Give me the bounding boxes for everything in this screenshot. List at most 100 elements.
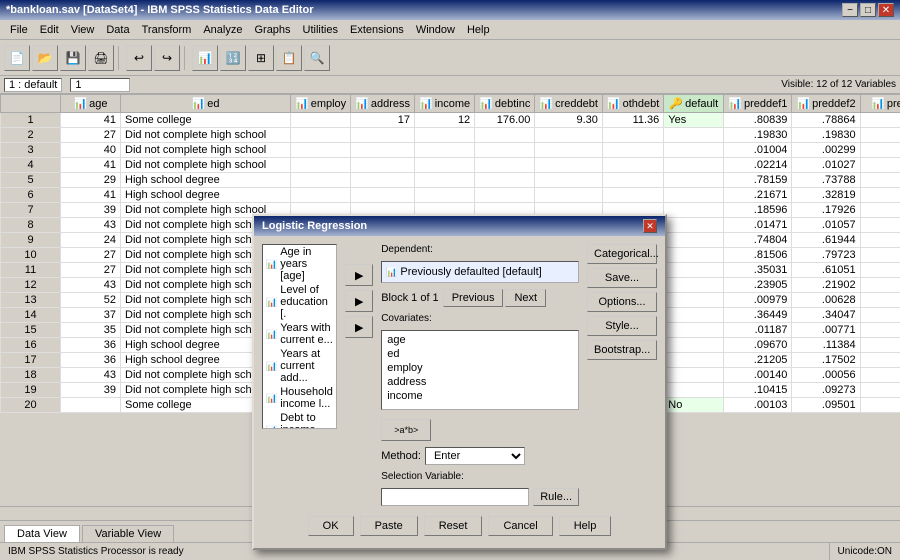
table-cell[interactable]	[291, 158, 351, 173]
save-btn[interactable]: 💾	[60, 45, 86, 71]
table-cell[interactable]: .79723	[792, 248, 860, 263]
print-btn[interactable]: 🖨	[88, 45, 114, 71]
table-cell[interactable]: .00299	[792, 143, 860, 158]
table-cell[interactable]: 39	[61, 383, 121, 398]
table-cell[interactable]: .17926	[792, 203, 860, 218]
cancel-button[interactable]: Cancel	[488, 516, 552, 536]
table-cell[interactable]	[351, 188, 415, 203]
move-to-covariates-btn[interactable]: ▶	[345, 290, 373, 312]
table-cell[interactable]: 3	[1, 143, 61, 158]
table-cell[interactable]: 20	[1, 398, 61, 413]
table-cell[interactable]	[664, 218, 724, 233]
side-btn-style---[interactable]: Style...	[587, 316, 657, 336]
table-cell[interactable]	[664, 353, 724, 368]
table-cell[interactable]	[535, 158, 603, 173]
undo-btn[interactable]: ↩	[126, 45, 152, 71]
table-cell[interactable]: .00979	[724, 293, 792, 308]
table-cell[interactable]	[860, 368, 900, 383]
selection-input[interactable]	[381, 488, 529, 506]
table-cell[interactable]	[664, 263, 724, 278]
side-btn-save---[interactable]: Save...	[587, 268, 657, 288]
table-cell[interactable]: 12	[415, 113, 475, 128]
table-cell[interactable]: 11	[1, 263, 61, 278]
table-cell[interactable]	[664, 323, 724, 338]
table-cell[interactable]	[664, 203, 724, 218]
help-button[interactable]: Help	[559, 516, 612, 536]
side-btn-options---[interactable]: Options...	[587, 292, 657, 312]
table-cell[interactable]	[535, 188, 603, 203]
table-cell[interactable]	[860, 383, 900, 398]
table-cell[interactable]	[664, 293, 724, 308]
menu-item-transform[interactable]: Transform	[136, 23, 198, 37]
table-cell[interactable]: .61051	[792, 263, 860, 278]
col-othdebt[interactable]: 📊othdebt	[602, 95, 663, 113]
table-cell[interactable]: Did not complete high school	[121, 128, 291, 143]
table-cell[interactable]	[664, 368, 724, 383]
table-cell[interactable]	[664, 188, 724, 203]
table-cell[interactable]	[860, 248, 900, 263]
table-cell[interactable]: .01057	[792, 218, 860, 233]
method-select[interactable]: Enter Forward: LR Backward: LR	[425, 447, 525, 465]
table-cell[interactable]: .00056	[792, 368, 860, 383]
table-cell[interactable]: .73788	[792, 173, 860, 188]
col-income[interactable]: 📊income	[415, 95, 475, 113]
table-cell[interactable]	[860, 323, 900, 338]
table-cell[interactable]	[475, 143, 535, 158]
table-cell[interactable]: .18596	[724, 203, 792, 218]
table-cell[interactable]	[61, 398, 121, 413]
table-cell[interactable]: 17	[1, 353, 61, 368]
table-cell[interactable]	[860, 278, 900, 293]
table-cell[interactable]	[860, 233, 900, 248]
col-age[interactable]: 📊age	[61, 95, 121, 113]
col-employ[interactable]: 📊employ	[291, 95, 351, 113]
table-cell[interactable]: 39	[61, 203, 121, 218]
table-cell[interactable]	[291, 128, 351, 143]
table-cell[interactable]: 27	[61, 263, 121, 278]
table-cell[interactable]	[664, 233, 724, 248]
table-cell[interactable]: .01187	[724, 323, 792, 338]
menu-item-edit[interactable]: Edit	[34, 23, 65, 37]
open-btn[interactable]: 📂	[32, 45, 58, 71]
table-btn[interactable]: ⊞	[248, 45, 274, 71]
table-cell[interactable]	[860, 188, 900, 203]
col-preddef2[interactable]: 📊preddef2	[792, 95, 860, 113]
table-cell[interactable]: .34047	[792, 308, 860, 323]
table-cell[interactable]: .32819	[792, 188, 860, 203]
table-cell[interactable]: 176.00	[475, 113, 535, 128]
chart-btn[interactable]: 📊	[192, 45, 218, 71]
table-cell[interactable]	[351, 128, 415, 143]
table-cell[interactable]: .74804	[724, 233, 792, 248]
var-list-item[interactable]: 📊Level of education [.	[263, 283, 336, 321]
table-cell[interactable]: .80839	[724, 113, 792, 128]
table-cell[interactable]	[860, 173, 900, 188]
table-cell[interactable]	[351, 143, 415, 158]
table-cell[interactable]	[415, 143, 475, 158]
table-cell[interactable]: .00140	[724, 368, 792, 383]
table-cell[interactable]: 2	[1, 128, 61, 143]
table-cell[interactable]: .00628	[792, 293, 860, 308]
variable-view-tab[interactable]: Variable View	[82, 525, 174, 542]
table-cell[interactable]: 6	[1, 188, 61, 203]
table-cell[interactable]: .35031	[724, 263, 792, 278]
table-cell[interactable]: .21205	[724, 353, 792, 368]
table-cell[interactable]: .81506	[724, 248, 792, 263]
data-view-tab[interactable]: Data View	[4, 525, 80, 542]
find-btn[interactable]: 🔍	[304, 45, 330, 71]
table-cell[interactable]: .01027	[792, 158, 860, 173]
table-cell[interactable]	[664, 338, 724, 353]
table-cell[interactable]: 12	[1, 278, 61, 293]
var-btn[interactable]: 📋	[276, 45, 302, 71]
table-cell[interactable]: No	[664, 398, 724, 413]
table-cell[interactable]	[860, 353, 900, 368]
var-list-item[interactable]: 📊Years at current add...	[263, 347, 336, 385]
col-predd[interactable]: 📊pred	[860, 95, 900, 113]
table-cell[interactable]: 36	[61, 353, 121, 368]
var-list-item[interactable]: 📊Household income l...	[263, 385, 336, 411]
menu-item-graphs[interactable]: Graphs	[248, 23, 296, 37]
side-btn-bootstrap---[interactable]: Bootstrap...	[587, 340, 657, 360]
col-debtinc[interactable]: 📊debtinc	[475, 95, 535, 113]
variable-list[interactable]: 📊Age in years [age]📊Level of education […	[262, 244, 337, 429]
table-cell[interactable]	[351, 158, 415, 173]
table-cell[interactable]	[860, 308, 900, 323]
table-cell[interactable]	[602, 128, 663, 143]
